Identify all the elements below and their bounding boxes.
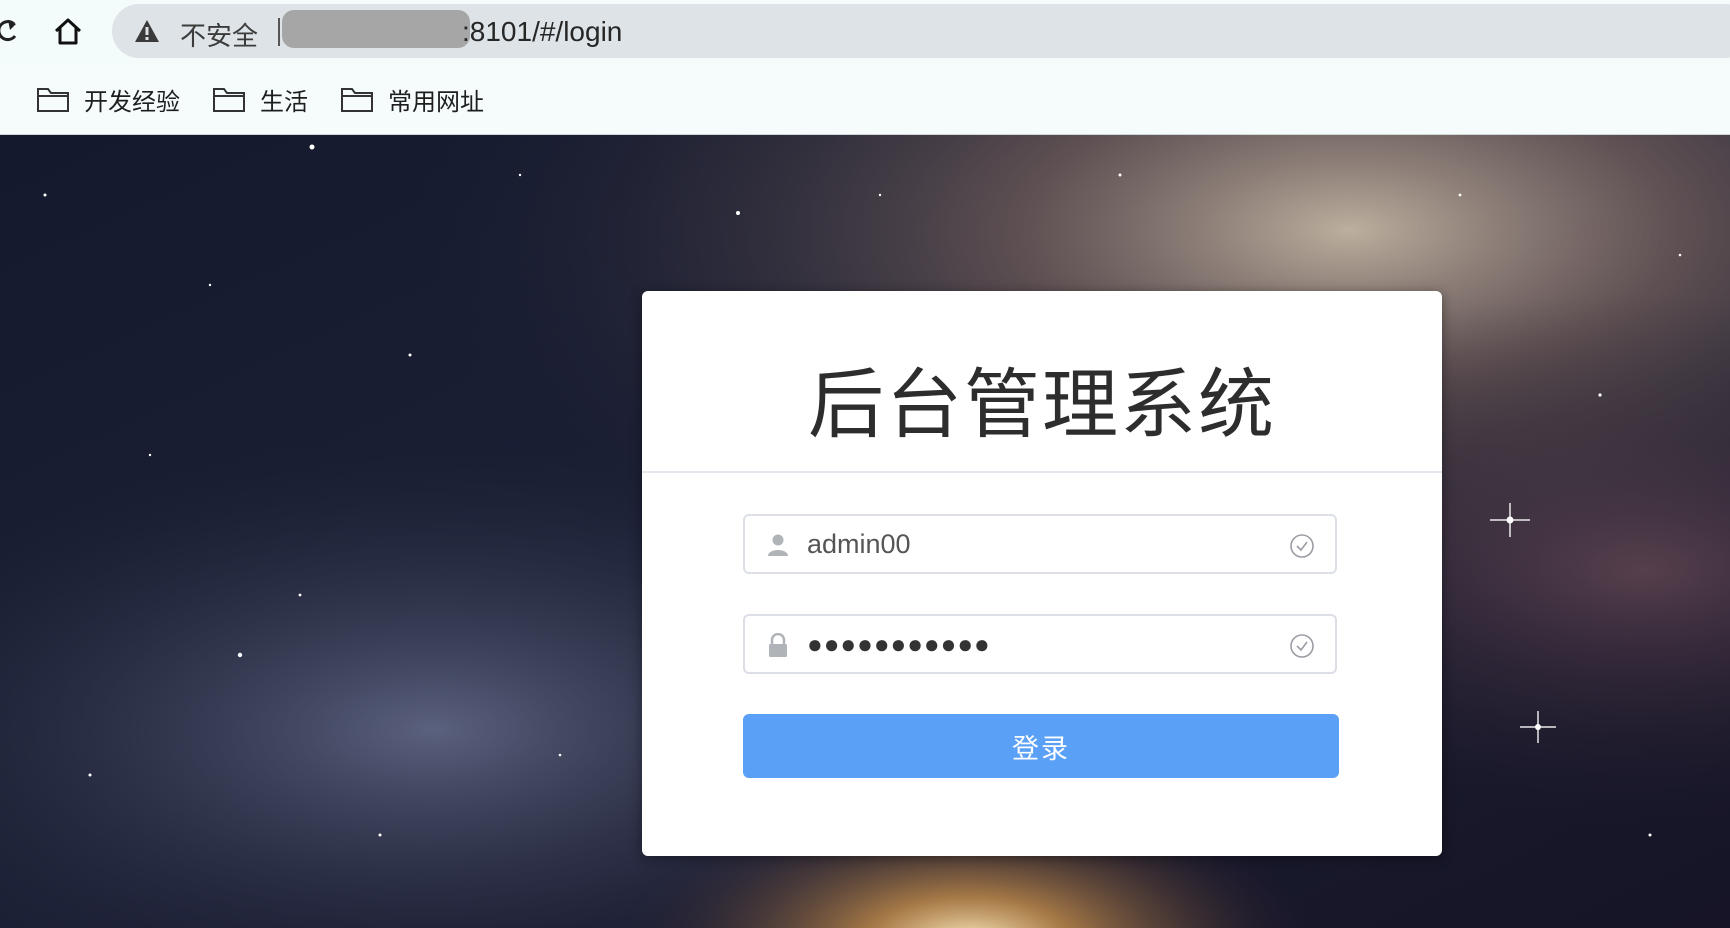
check-circle-icon bbox=[1290, 534, 1314, 558]
bookmark-folder-links[interactable]: 常用网址 bbox=[340, 82, 484, 116]
address-bar[interactable]: 不安全 :8101/#/login bbox=[112, 4, 1730, 58]
page-title: 后台管理系统 bbox=[808, 363, 1276, 448]
title-divider bbox=[642, 471, 1442, 473]
bookmark-label: 生活 bbox=[260, 88, 308, 116]
bookmark-folder-dev[interactable]: 开发经验 bbox=[36, 82, 180, 116]
password-input[interactable] bbox=[807, 624, 1267, 664]
folder-icon bbox=[341, 88, 373, 112]
user-icon bbox=[768, 534, 788, 556]
password-field[interactable] bbox=[743, 614, 1337, 674]
redacted-host bbox=[282, 10, 470, 48]
address-separator bbox=[278, 18, 280, 46]
folder-icon bbox=[213, 88, 245, 112]
bookmark-label: 常用网址 bbox=[388, 88, 484, 116]
login-card: 后台管理系统 登录 bbox=[642, 291, 1442, 856]
bookmark-label: 开发经验 bbox=[84, 88, 180, 116]
username-field[interactable] bbox=[743, 514, 1337, 574]
bookmarks-bar: 开发经验 生活 常用网址 bbox=[0, 64, 1730, 135]
url-text[interactable]: :8101/#/login bbox=[462, 16, 622, 48]
username-input[interactable] bbox=[807, 524, 1267, 564]
home-icon[interactable] bbox=[52, 16, 84, 48]
browser-toolbar: 不安全 :8101/#/login bbox=[0, 0, 1730, 64]
security-label[interactable]: 不安全 bbox=[180, 16, 258, 53]
login-button[interactable]: 登录 bbox=[743, 714, 1339, 778]
reload-icon[interactable] bbox=[0, 16, 22, 46]
warning-icon[interactable] bbox=[134, 18, 160, 44]
folder-icon bbox=[37, 88, 69, 112]
lock-icon bbox=[769, 633, 787, 657]
bookmark-folder-life[interactable]: 生活 bbox=[212, 82, 308, 116]
check-circle-icon bbox=[1290, 634, 1314, 658]
